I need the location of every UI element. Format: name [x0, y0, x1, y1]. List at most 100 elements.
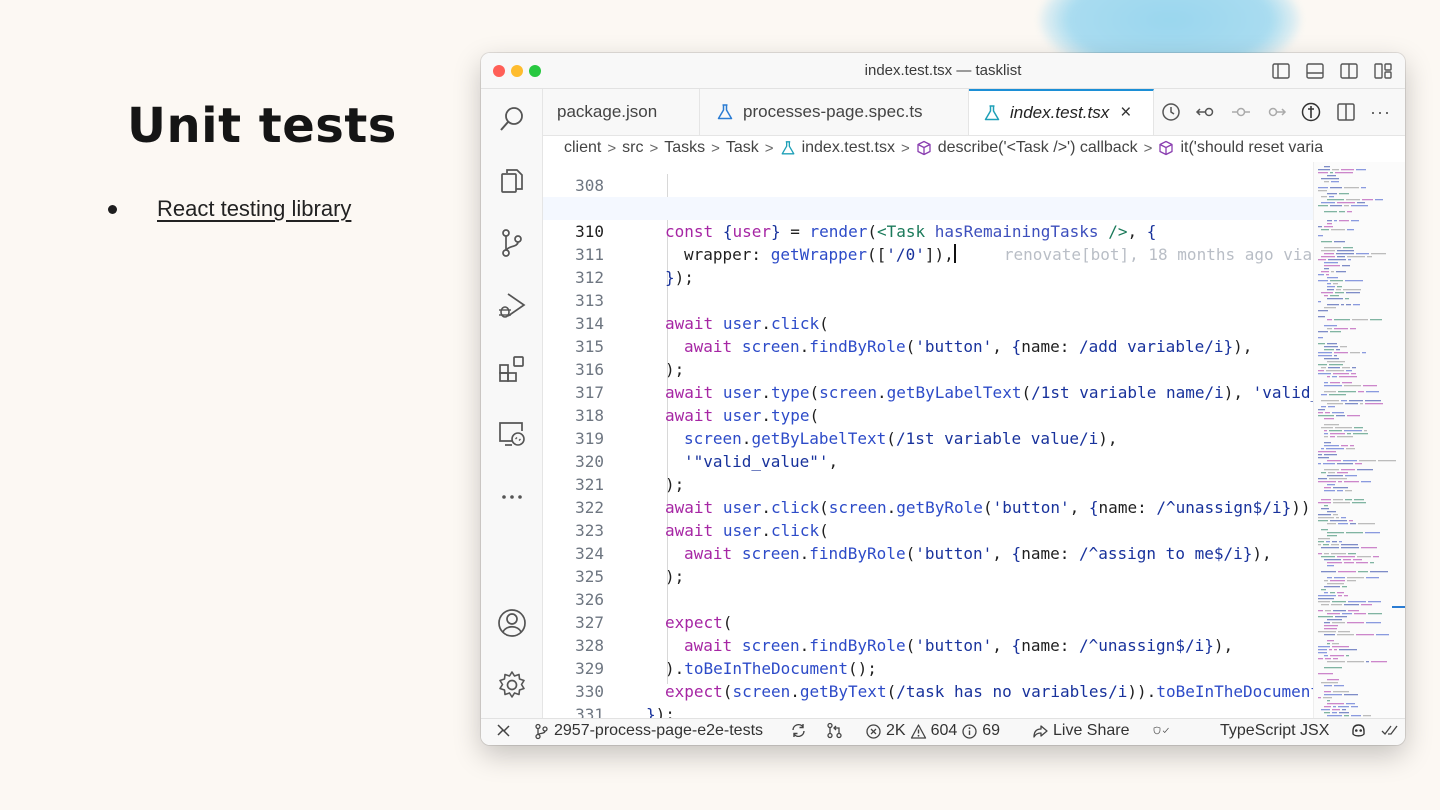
security-status[interactable] [1153, 722, 1170, 739]
live-share-label: Live Share [1053, 722, 1130, 739]
copilot-icon [1352, 724, 1365, 737]
tab-index-test[interactable]: index.test.tsx × [969, 89, 1154, 135]
title-bar: index.test.tsx — tasklist [481, 53, 1405, 89]
code-line: 329 expect(screen.getByText(/task has no… [543, 634, 1330, 701]
more-icon[interactable] [496, 481, 528, 513]
close-tab-icon[interactable]: × [1120, 102, 1131, 124]
bullet-item: React testing library [108, 196, 351, 222]
account-icon[interactable] [496, 607, 528, 639]
tab-processes-page-spec[interactable]: processes-page.spec.ts [700, 89, 969, 135]
react-testing-library-link[interactable]: React testing library [157, 196, 351, 222]
customize-layout-icon[interactable] [1373, 61, 1393, 81]
breadcrumb-separator: > [649, 139, 659, 157]
copilot-status[interactable] [1350, 722, 1367, 739]
flask-icon [984, 105, 1000, 121]
search-icon[interactable] [496, 103, 528, 135]
code-line: 328 ).toBeInTheDocument(); [543, 611, 1313, 678]
branch-status[interactable]: 2957-process-page-e2e-tests [533, 722, 763, 740]
code-line: 315 ); [543, 312, 1313, 379]
remote-explorer-icon[interactable] [496, 417, 528, 449]
problems-status[interactable]: 2K 604 69 [865, 722, 1000, 740]
toggle-panel-icon[interactable] [1305, 61, 1325, 81]
code-line: 309 const {user} = render(<Task hasRemai… [543, 174, 1313, 241]
tab-package-json[interactable]: package.json [543, 89, 700, 135]
run-debug-icon[interactable] [496, 289, 528, 321]
code-editor[interactable]: 308 309 const {user} = render(<Task hasR… [543, 162, 1405, 718]
language-mode[interactable]: TypeScript JSX [1220, 722, 1329, 740]
breadcrumb-item[interactable]: describe('<Task />') callback [938, 139, 1138, 157]
toggle-secondary-sidebar-icon[interactable] [1339, 61, 1359, 81]
code-line: 311 }); [543, 220, 1313, 287]
code-line: 316 await user.type(screen.getByLabelTex… [543, 335, 1330, 402]
breadcrumb: client > src > Tasks > Task > index.test… [543, 136, 1405, 162]
gear-icon[interactable] [496, 669, 528, 701]
warning-icon [910, 723, 926, 739]
code-line: 321 await user.click(screen.getByRole('b… [543, 450, 1320, 517]
code-line-current: 310 wrapper: getWrapper(['/0']), renovat… [543, 197, 1313, 264]
split-editor-icon[interactable] [1335, 101, 1357, 123]
error-icon [866, 723, 881, 739]
window-title: index.test.tsx — tasklist [864, 62, 1022, 79]
flask-icon [781, 141, 795, 155]
error-count: 2K [886, 722, 906, 739]
language-label: TypeScript JSX [1220, 722, 1330, 739]
code-line: 317 await user.type( [543, 358, 1313, 425]
source-control-icon[interactable] [496, 227, 528, 259]
shield-check-icon [1153, 726, 1169, 735]
box-icon [917, 140, 931, 156]
code-line: 327 await screen.findByRole('button', {n… [543, 588, 1313, 655]
history-icon[interactable] [1160, 101, 1182, 123]
code-line: 319 '"valid_value"', [543, 404, 1313, 471]
tab-label: package.json [557, 102, 658, 121]
breadcrumb-item[interactable]: index.test.tsx [802, 139, 895, 157]
breadcrumb-separator: > [764, 139, 774, 157]
go-back-icon[interactable] [1195, 101, 1217, 123]
minimap[interactable] [1313, 162, 1405, 718]
extensions-icon[interactable] [496, 353, 528, 385]
layout-controls [1271, 61, 1393, 81]
breadcrumb-separator: > [607, 139, 617, 157]
code-line: 322 await user.click( [543, 473, 1313, 540]
notifications-status[interactable] [1381, 722, 1398, 739]
slide-title: Unit tests [127, 98, 397, 154]
more-actions-icon[interactable]: ··· [1370, 102, 1391, 123]
breadcrumb-item[interactable]: Tasks [664, 139, 705, 157]
editor-tabs: package.json processes-page.spec.ts inde… [543, 89, 1405, 136]
code-line: 312 [543, 243, 1313, 287]
remote-indicator[interactable] [495, 722, 512, 739]
toggle-primary-sidebar-icon[interactable] [1271, 61, 1291, 81]
breadcrumb-item[interactable]: it('should reset varia [1180, 139, 1323, 157]
code-line: 324 ); [543, 519, 1313, 586]
activity-bar: 1 [481, 89, 543, 740]
files-icon[interactable] [496, 165, 528, 197]
branch-name: 2957-process-page-e2e-tests [554, 722, 764, 739]
code-line: 325 [543, 542, 1313, 586]
sync-button[interactable] [790, 722, 807, 739]
go-forward-icon[interactable] [1265, 101, 1287, 123]
info-count: 69 [982, 722, 1001, 739]
breadcrumb-item[interactable]: client [564, 139, 601, 157]
vscode-window: index.test.tsx — tasklist package.json p… [481, 53, 1405, 745]
live-share-button[interactable]: Live Share [1032, 722, 1130, 740]
code-line: 313 await user.click( [543, 266, 1313, 333]
tab-label: processes-page.spec.ts [743, 102, 923, 121]
line-number: 331 [575, 705, 604, 718]
breadcrumb-separator: > [900, 139, 910, 157]
remote-icon [497, 724, 510, 737]
breadcrumb-item[interactable]: src [622, 139, 643, 157]
code-text: }); [646, 705, 675, 718]
breadcrumb-item[interactable]: Task [726, 139, 759, 157]
pull-request-icon [827, 722, 842, 739]
open-changes-icon[interactable] [1300, 101, 1322, 123]
sync-icon [792, 723, 805, 738]
code-line: 326 expect( [543, 565, 1313, 632]
check-all-icon [1381, 725, 1398, 735]
status-bar: 2957-process-page-e2e-tests 2K 604 69 Li… [481, 718, 1405, 745]
live-share-icon [1033, 724, 1048, 738]
minimap-preview [1318, 166, 1405, 717]
code-line: 330 }); [543, 657, 1313, 718]
breadcrumb-separator: > [1143, 139, 1153, 157]
pull-request-button[interactable] [826, 722, 843, 739]
commit-icon[interactable] [1230, 101, 1252, 123]
box-icon [1159, 140, 1174, 156]
